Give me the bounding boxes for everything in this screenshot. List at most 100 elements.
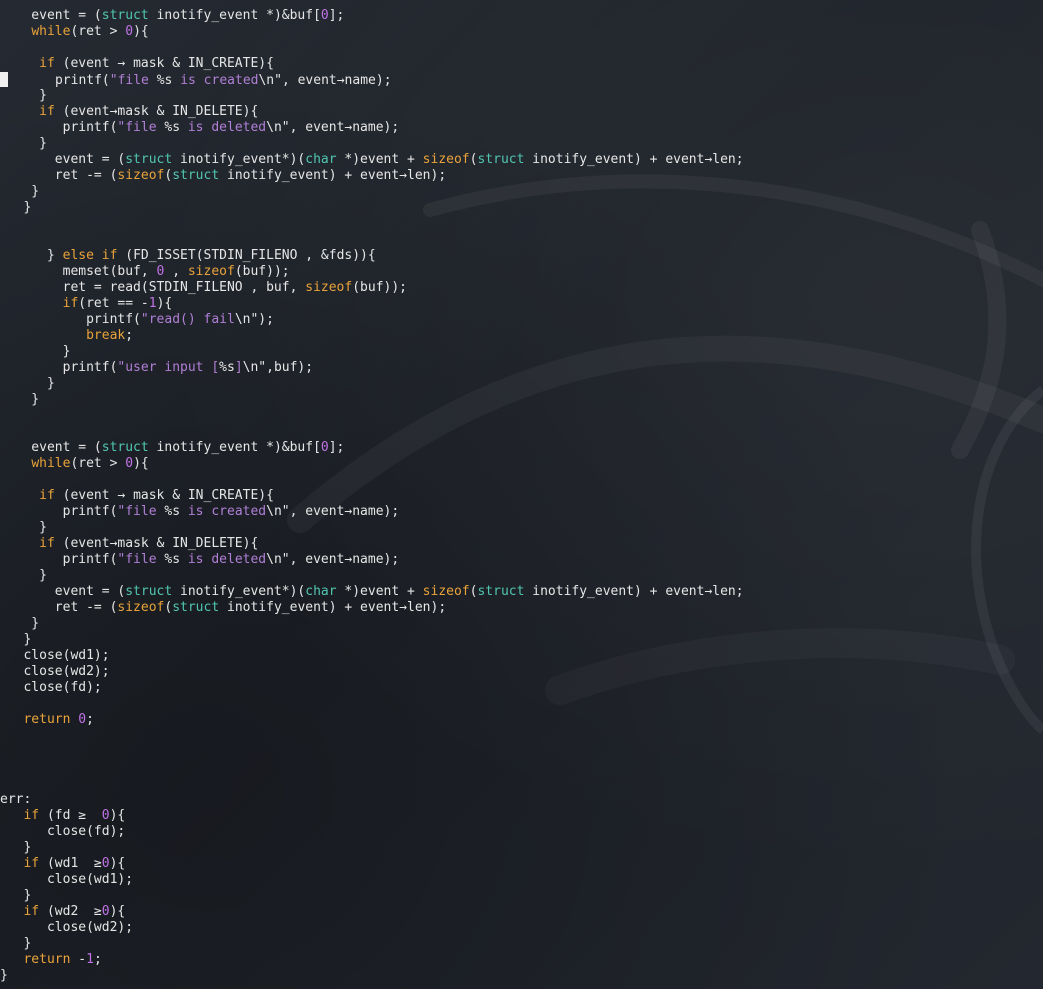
- code-token: ){: [109, 904, 126, 919]
- code-line[interactable]: if (wd2 ≥0){: [0, 904, 1043, 920]
- code-line[interactable]: }: [0, 184, 1043, 200]
- code-token: close(wd2);: [0, 664, 110, 679]
- code-token: if: [23, 904, 40, 919]
- code-token: close(fd);: [0, 824, 126, 839]
- code-token: "file: [117, 120, 165, 135]
- code-line[interactable]: close(wd2);: [0, 664, 1043, 680]
- code-line[interactable]: }: [0, 344, 1043, 360]
- code-token: "file: [117, 504, 165, 519]
- code-line[interactable]: }: [0, 520, 1043, 536]
- code-line[interactable]: }: [0, 616, 1043, 632]
- code-line[interactable]: ret -= (sizeof(struct inotify_event) + e…: [0, 600, 1043, 616]
- code-line[interactable]: printf("user input [%s]\n",buf);: [0, 360, 1043, 376]
- code-line[interactable]: [0, 232, 1043, 248]
- code-token: 0: [78, 712, 87, 727]
- code-line[interactable]: ret = read(STDIN_FILENO , buf, sizeof(bu…: [0, 280, 1043, 296]
- code-line[interactable]: printf("file %s is deleted\n", event→nam…: [0, 120, 1043, 136]
- code-token: sizeof: [117, 168, 165, 183]
- code-line[interactable]: }: [0, 376, 1043, 392]
- code-line[interactable]: if (fd ≥ 0){: [0, 808, 1043, 824]
- code-token: if: [23, 808, 40, 823]
- code-token: (buf));: [352, 280, 408, 295]
- code-line[interactable]: [0, 760, 1043, 776]
- code-token: struct: [101, 440, 149, 455]
- code-token: close(fd);: [0, 680, 102, 695]
- code-token: struct: [125, 584, 173, 599]
- code-token: if: [39, 104, 55, 119]
- code-line[interactable]: }: [0, 968, 1043, 984]
- code-token: 0: [125, 24, 134, 39]
- code-line[interactable]: err:: [0, 792, 1043, 808]
- code-line[interactable]: if (event→mask & IN_DELETE){: [0, 104, 1043, 120]
- code-line[interactable]: [0, 40, 1043, 56]
- code-line[interactable]: }: [0, 568, 1043, 584]
- code-line[interactable]: printf("file %s is created\n", event→nam…: [0, 504, 1043, 520]
- code-line[interactable]: }: [0, 936, 1043, 952]
- code-line[interactable]: [0, 728, 1043, 744]
- code-line[interactable]: printf("file %s is deleted\n", event→nam…: [0, 552, 1043, 568]
- code-line[interactable]: ret -= (sizeof(struct inotify_event) + e…: [0, 168, 1043, 184]
- code-line[interactable]: while(ret > 0){: [0, 456, 1043, 472]
- code-line[interactable]: [0, 216, 1043, 232]
- code-line[interactable]: }: [0, 136, 1043, 152]
- code-line[interactable]: break;: [0, 328, 1043, 344]
- code-line[interactable]: memset(buf, 0 , sizeof(buf));: [0, 264, 1043, 280]
- code-line[interactable]: event = (struct inotify_event *)&buf[0];: [0, 8, 1043, 24]
- code-token: sizeof: [422, 584, 470, 599]
- code-token: inotify_event) + event→len);: [219, 168, 447, 183]
- code-line[interactable]: event = (struct inotify_event *)&buf[0];: [0, 440, 1043, 456]
- code-line[interactable]: [0, 776, 1043, 792]
- code-token: (ret >: [70, 24, 126, 39]
- code-token: close(wd1);: [0, 648, 110, 663]
- code-line[interactable]: close(wd1);: [0, 872, 1043, 888]
- code-line[interactable]: [0, 696, 1043, 712]
- code-token: return: [23, 952, 71, 967]
- code-line[interactable]: if(ret == -1){: [0, 296, 1043, 312]
- code-line[interactable]: while(ret > 0){: [0, 24, 1043, 40]
- code-token: ;: [125, 328, 134, 343]
- code-line[interactable]: close(fd);: [0, 680, 1043, 696]
- code-line[interactable]: event = (struct inotify_event*)(char *)e…: [0, 584, 1043, 600]
- code-token: struct: [172, 600, 220, 615]
- code-token: }: [0, 568, 47, 583]
- code-line[interactable]: if (event → mask & IN_CREATE){: [0, 56, 1043, 72]
- code-token: is created: [172, 73, 259, 88]
- code-token: struct: [477, 584, 525, 599]
- code-line[interactable]: }: [0, 840, 1043, 856]
- code-line[interactable]: event = (struct inotify_event*)(char *)e…: [0, 152, 1043, 168]
- code-line[interactable]: }: [0, 888, 1043, 904]
- code-token: ret = read(STDIN_FILENO , buf,: [0, 280, 306, 295]
- code-line[interactable]: printf("file %s is created\n", event→nam…: [0, 72, 1043, 88]
- code-line[interactable]: close(wd2);: [0, 920, 1043, 936]
- code-editor[interactable]: event = (struct inotify_event *)&buf[0];…: [0, 8, 1043, 984]
- code-line[interactable]: [0, 408, 1043, 424]
- code-token: err:: [0, 792, 32, 807]
- code-line[interactable]: close(wd1);: [0, 648, 1043, 664]
- code-line[interactable]: close(fd);: [0, 824, 1043, 840]
- code-line[interactable]: }: [0, 88, 1043, 104]
- code-token: if: [62, 296, 79, 311]
- code-line[interactable]: return 0;: [0, 712, 1043, 728]
- code-line[interactable]: }: [0, 632, 1043, 648]
- code-line[interactable]: [0, 424, 1043, 440]
- code-line[interactable]: if (event→mask & IN_DELETE){: [0, 536, 1043, 552]
- code-line[interactable]: return -1;: [0, 952, 1043, 968]
- code-line[interactable]: if (wd1 ≥0){: [0, 856, 1043, 872]
- code-line[interactable]: [0, 744, 1043, 760]
- code-line[interactable]: }: [0, 200, 1043, 216]
- code-token: char: [305, 584, 337, 599]
- code-line[interactable]: } else if (FD_ISSET(STDIN_FILENO , &fds)…: [0, 248, 1043, 264]
- code-token: -: [70, 952, 87, 967]
- code-token: "read() fail: [140, 312, 235, 327]
- code-token: \n", event→name);: [266, 552, 400, 567]
- code-token: "file: [109, 73, 157, 88]
- code-line[interactable]: if (event → mask & IN_CREATE){: [0, 488, 1043, 504]
- code-line[interactable]: }: [0, 392, 1043, 408]
- code-line[interactable]: [0, 472, 1043, 488]
- code-token: while: [31, 24, 71, 39]
- code-line[interactable]: printf("read() fail\n");: [0, 312, 1043, 328]
